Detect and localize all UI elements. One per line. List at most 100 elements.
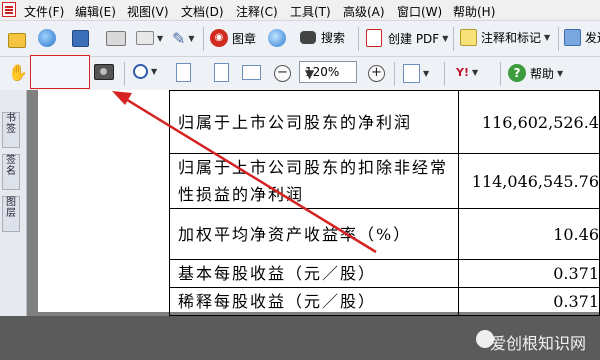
chevron-down-icon: ▼ bbox=[557, 68, 564, 78]
open-button[interactable] bbox=[8, 29, 26, 48]
create-pdf-icon bbox=[366, 29, 382, 47]
toolbar-divider bbox=[394, 62, 395, 86]
yahoo-toolbar-button[interactable]: Y! ▼ bbox=[456, 66, 478, 79]
menu-tools[interactable]: 工具(T) bbox=[290, 3, 331, 20]
chevron-down-icon: ▼ bbox=[305, 67, 315, 81]
financial-table: 归属于上市公司股东的净利润 116,602,526.4 归属于上市公司股东的扣除… bbox=[168, 90, 600, 316]
layers-tab[interactable]: 图层 bbox=[2, 196, 20, 232]
email-button[interactable]: ▼ bbox=[136, 31, 163, 45]
search-button[interactable]: 搜索 bbox=[300, 29, 345, 46]
save-icon bbox=[72, 30, 89, 47]
toolbar-divider bbox=[203, 27, 204, 51]
menu-help[interactable]: 帮助(H) bbox=[453, 3, 495, 20]
menu-window[interactable]: 窗口(W) bbox=[397, 3, 442, 20]
organizer-icon bbox=[38, 29, 56, 47]
send-icon bbox=[564, 29, 581, 46]
page-icon bbox=[176, 63, 191, 82]
select-tool-highlight bbox=[30, 55, 90, 89]
zoom-out-button[interactable]: − bbox=[274, 65, 291, 82]
table-row: 归属于上市公司股东的扣除非经常性损益的净利润 114,046,545.76 bbox=[168, 153, 600, 209]
menu-edit[interactable]: 编辑(E) bbox=[75, 3, 116, 20]
plus-icon: + bbox=[368, 65, 385, 82]
print-button[interactable] bbox=[106, 31, 126, 46]
page-layout-icon bbox=[403, 64, 420, 83]
menu-advanced[interactable]: 高级(A) bbox=[343, 3, 385, 20]
toolbar-divider bbox=[358, 27, 359, 51]
menu-view[interactable]: 视图(V) bbox=[127, 3, 169, 20]
row-value: 0.371 bbox=[458, 287, 600, 316]
magnifier-icon bbox=[133, 64, 148, 79]
menu-document[interactable]: 文档(D) bbox=[181, 3, 224, 20]
stamp-button[interactable]: ◉ 图章 bbox=[210, 29, 256, 47]
zoom-tool-button[interactable]: ▼ bbox=[133, 64, 157, 79]
row-label: 稀释每股收益（元／股） bbox=[168, 287, 460, 316]
binoculars-icon bbox=[300, 31, 316, 44]
table-row: 基本每股收益（元／股） 0.371 bbox=[168, 259, 600, 288]
printer-icon bbox=[106, 31, 126, 46]
save-button[interactable] bbox=[72, 30, 89, 47]
signatures-tab[interactable]: 签名 bbox=[2, 154, 20, 190]
row-label: 归属于上市公司股东的扣除非经常性损益的净利润 bbox=[168, 153, 460, 209]
row-value: 0.371 bbox=[458, 259, 600, 288]
hand-icon: ✋ bbox=[8, 63, 28, 82]
stamp-icon: ◉ bbox=[210, 29, 228, 47]
zoom-in-button[interactable]: + bbox=[368, 65, 385, 82]
row-value: 116,602,526.4 bbox=[458, 90, 600, 154]
chevron-down-icon: ▼ bbox=[471, 68, 479, 77]
chevron-down-icon: ▼ bbox=[423, 69, 430, 78]
row-value: 10.46 bbox=[458, 208, 600, 260]
bookmarks-tab[interactable]: 书签 bbox=[2, 112, 20, 148]
row-value: 114,046,545.76 bbox=[458, 153, 600, 209]
yahoo-logo-icon: Y! bbox=[456, 66, 469, 79]
help-label: 帮助 bbox=[530, 66, 555, 81]
web-button[interactable] bbox=[268, 29, 286, 47]
comment-label: 注释和标记 bbox=[481, 31, 542, 45]
main-toolbar: ▼ ✎▼ ◉图章 搜索 创建 PDF▼ 注释和标记▼ 发送 bbox=[0, 21, 600, 57]
actual-size-button[interactable] bbox=[176, 63, 191, 82]
help-icon: ? bbox=[508, 64, 526, 82]
page-layout-button[interactable]: ▼ bbox=[403, 64, 429, 83]
help-button[interactable]: ? 帮助 ▼ bbox=[508, 64, 563, 82]
zoom-level-select[interactable]: 120% ▼ bbox=[299, 61, 357, 83]
fit-width-button[interactable] bbox=[242, 65, 261, 80]
folder-open-icon bbox=[8, 33, 26, 48]
chevron-down-icon: ▼ bbox=[157, 33, 164, 43]
comment-markup-button[interactable]: 注释和标记 ▼ bbox=[460, 29, 550, 46]
chevron-down-icon: ▼ bbox=[188, 34, 195, 43]
snapshot-button[interactable] bbox=[94, 64, 114, 80]
hand-tool-button[interactable]: ✋ bbox=[8, 63, 28, 82]
row-label: 归属于上市公司股东的净利润 bbox=[168, 90, 460, 154]
toolbar-divider bbox=[453, 27, 454, 51]
toolbar-divider bbox=[124, 62, 125, 86]
chevron-down-icon: ▼ bbox=[151, 67, 158, 76]
chevron-down-icon: ▼ bbox=[442, 33, 449, 43]
table-row: 归属于上市公司股东的净利润 116,602,526.4 bbox=[168, 90, 600, 154]
app-logo-icon bbox=[2, 2, 16, 17]
toolbar-divider bbox=[444, 62, 445, 86]
menu-bar: 文件(F) 编辑(E) 视图(V) 文档(D) 注释(C) 工具(T) 高级(A… bbox=[0, 0, 600, 21]
send-button[interactable]: 发送 bbox=[564, 29, 600, 46]
minus-icon: − bbox=[274, 65, 291, 82]
create-pdf-button[interactable]: 创建 PDF ▼ bbox=[366, 29, 448, 47]
globe-icon bbox=[268, 29, 286, 47]
navigation-panel: 书签 签名 图层 bbox=[0, 90, 27, 316]
paperclip-icon: ✎ bbox=[172, 29, 186, 48]
watermark-text: 爱创根知识网 bbox=[489, 334, 586, 353]
menu-file[interactable]: 文件(F) bbox=[24, 3, 64, 20]
table-row: 加权平均净资产收益率（%） 10.46 bbox=[168, 208, 600, 260]
email-icon bbox=[136, 31, 154, 45]
row-label: 基本每股收益（元／股） bbox=[168, 259, 460, 288]
menu-comment[interactable]: 注释(C) bbox=[236, 3, 278, 20]
chevron-down-icon: ▼ bbox=[544, 33, 551, 42]
send-label: 发送 bbox=[585, 31, 600, 45]
row-label: 加权平均净资产收益率（%） bbox=[168, 208, 460, 260]
attach-button[interactable]: ✎ ▼ bbox=[172, 29, 195, 48]
fit-page-button[interactable] bbox=[214, 63, 229, 82]
table-row: 稀释每股收益（元／股） 0.371 bbox=[168, 287, 600, 316]
toolbar-divider bbox=[500, 62, 501, 86]
create-pdf-label: 创建 PDF bbox=[388, 31, 440, 46]
organizer-button[interactable] bbox=[38, 29, 56, 47]
camera-icon bbox=[94, 64, 114, 80]
toolbar-divider bbox=[558, 27, 559, 51]
fit-page-icon bbox=[214, 63, 229, 82]
